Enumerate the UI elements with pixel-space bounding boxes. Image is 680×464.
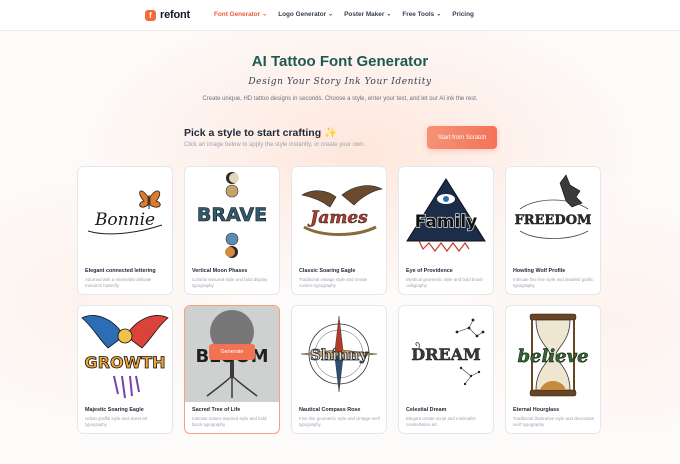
card-description: Fine line geometric style and vintage se… bbox=[299, 416, 380, 427]
art-text: James bbox=[307, 208, 368, 228]
main-menu: Font Generator ⌄ Logo Generator ⌄ Poster M… bbox=[214, 11, 474, 18]
nav-item-label: Free Tools bbox=[402, 11, 435, 18]
art-text: DREAM bbox=[411, 345, 481, 364]
art-text: Bonnie bbox=[94, 210, 155, 230]
picker-description: Click an image below to apply the style … bbox=[184, 142, 366, 148]
art-text: Shinny bbox=[310, 346, 369, 364]
nav-item-poster-maker[interactable]: Poster Maker ⌄ bbox=[344, 11, 391, 18]
hourglass-icon: believe bbox=[517, 313, 589, 397]
start-from-scratch-button[interactable]: Start from Scratch bbox=[427, 126, 497, 149]
art-text: believe bbox=[517, 346, 588, 367]
style-thumbnail: Shinny bbox=[292, 306, 386, 402]
style-card-family[interactable]: Family Eye of Providence Mystical geomet… bbox=[398, 166, 494, 295]
style-card-believe[interactable]: believe Eternal Hourglass Traditional il… bbox=[505, 305, 601, 434]
style-card-freedom[interactable]: FREEDOM Howling Wolf Profile Intricate f… bbox=[505, 166, 601, 295]
card-title: Nautical Compass Rose bbox=[299, 407, 361, 413]
picker-title: Pick a style to start crafting ✨ bbox=[184, 126, 337, 139]
eagle-icon: James bbox=[301, 185, 383, 236]
art-text: FREEDOM bbox=[515, 213, 592, 228]
style-thumbnail: GROWTH bbox=[78, 306, 172, 402]
style-card-growth[interactable]: GROWTH Majestic Soaring Eagle Urban graf… bbox=[77, 305, 173, 434]
style-card-shinny[interactable]: Shinny Nautical Compass Rose Fine line g… bbox=[291, 305, 387, 434]
page-description: Create unique, HD tattoo designs in seco… bbox=[202, 96, 478, 102]
style-card-bloom[interactable]: BLOOM Generate Sacred Tree of Life Intri… bbox=[184, 305, 280, 434]
card-description: Traditional illustrative style and decor… bbox=[513, 416, 595, 427]
chevron-down-icon: ⌄ bbox=[436, 11, 442, 18]
style-card-james[interactable]: James Classic Soaring Eagle Traditional … bbox=[291, 166, 387, 295]
style-thumbnail: FREEDOM bbox=[506, 167, 600, 263]
chevron-down-icon: ⌄ bbox=[386, 11, 392, 18]
card-title: Majestic Soaring Eagle bbox=[85, 407, 144, 413]
style-thumbnail: believe bbox=[506, 306, 600, 402]
brand-logo[interactable]: f refont bbox=[145, 9, 190, 21]
moon-phases-icon: BRAVE bbox=[197, 172, 267, 258]
nav-item-label: Font Generator bbox=[214, 11, 261, 18]
style-thumbnail: James bbox=[292, 167, 386, 263]
sparkles-icon: ✨ bbox=[324, 127, 338, 139]
style-thumbnail: Bonnie bbox=[78, 167, 172, 263]
style-thumbnail: DREAM bbox=[399, 306, 493, 402]
butterfly-icon: Bonnie bbox=[87, 190, 163, 235]
card-title: Vertical Moon Phases bbox=[192, 268, 248, 274]
brand-name: refont bbox=[160, 9, 190, 21]
card-description: Mystical geometric style and bold brush … bbox=[406, 277, 483, 288]
style-card-brave[interactable]: BRAVE Vertical Moon Phases Colorful text… bbox=[184, 166, 280, 295]
card-description: Adorned with a minimalist delicate monar… bbox=[85, 277, 152, 288]
chevron-down-icon: ⌄ bbox=[328, 11, 334, 18]
card-title: Eternal Hourglass bbox=[513, 407, 560, 413]
card-description: Traditional vintage style and ornate cur… bbox=[299, 277, 368, 288]
card-title: Eye of Providence bbox=[406, 268, 453, 274]
page-tagline: Design Your Story Ink Your Identity bbox=[248, 77, 432, 87]
card-description: Intricate nature-inspired style and bold… bbox=[192, 416, 267, 427]
eye-triangle-icon: Family bbox=[406, 178, 486, 252]
nav-item-label: Poster Maker bbox=[344, 11, 385, 18]
art-text: BRAVE bbox=[197, 204, 267, 226]
compass-icon: Shinny bbox=[300, 315, 378, 393]
card-title: Elegant connected lettering bbox=[85, 268, 156, 274]
nav-item-label: Pricing bbox=[452, 11, 474, 18]
art-text: GROWTH bbox=[84, 353, 165, 372]
nav-item-font-generator[interactable]: Font Generator ⌄ bbox=[214, 11, 267, 18]
card-title: Celestial Dream bbox=[406, 407, 447, 413]
card-title: Howling Wolf Profile bbox=[513, 268, 566, 274]
card-description: Elegant ornate script and minimalist con… bbox=[406, 416, 476, 427]
card-title: Classic Soaring Eagle bbox=[299, 268, 356, 274]
constellation-icon: DREAM bbox=[411, 318, 485, 386]
page-title: AI Tattoo Font Generator bbox=[251, 53, 429, 70]
art-text: Family bbox=[415, 212, 478, 232]
card-description: Urban graffiti style and street art typo… bbox=[85, 416, 148, 427]
wolf-icon: FREEDOM bbox=[514, 174, 592, 239]
nav-item-label: Logo Generator bbox=[278, 11, 327, 18]
picker-title-text: Pick a style to start crafting bbox=[184, 127, 322, 139]
style-thumbnail: Family bbox=[399, 167, 493, 263]
style-thumbnail: BRAVE bbox=[185, 167, 279, 263]
generate-button[interactable]: Generate bbox=[209, 344, 255, 360]
card-title: Sacred Tree of Life bbox=[192, 407, 241, 413]
card-description: Intricate fine line style and detailed g… bbox=[513, 277, 594, 288]
style-card-bonnie[interactable]: Bonnie Elegant connected lettering Adorn… bbox=[77, 166, 173, 295]
nav-item-free-tools[interactable]: Free Tools ⌄ bbox=[402, 11, 441, 18]
card-description: Colorful textured style and bold display… bbox=[192, 277, 268, 288]
style-thumbnail: BLOOM Generate bbox=[185, 306, 279, 402]
nav-item-logo-generator[interactable]: Logo Generator ⌄ bbox=[278, 11, 333, 18]
eagle-wings-icon: GROWTH bbox=[81, 315, 169, 399]
top-nav: f refont Font Generator ⌄ Logo Generator ⌄… bbox=[0, 0, 680, 31]
nav-item-pricing[interactable]: Pricing bbox=[452, 11, 474, 18]
brand-mark-icon: f bbox=[145, 9, 156, 21]
style-card-dream[interactable]: DREAM Celestial Dream Elegant ornate scr… bbox=[398, 305, 494, 434]
chevron-down-icon: ⌄ bbox=[262, 11, 268, 18]
